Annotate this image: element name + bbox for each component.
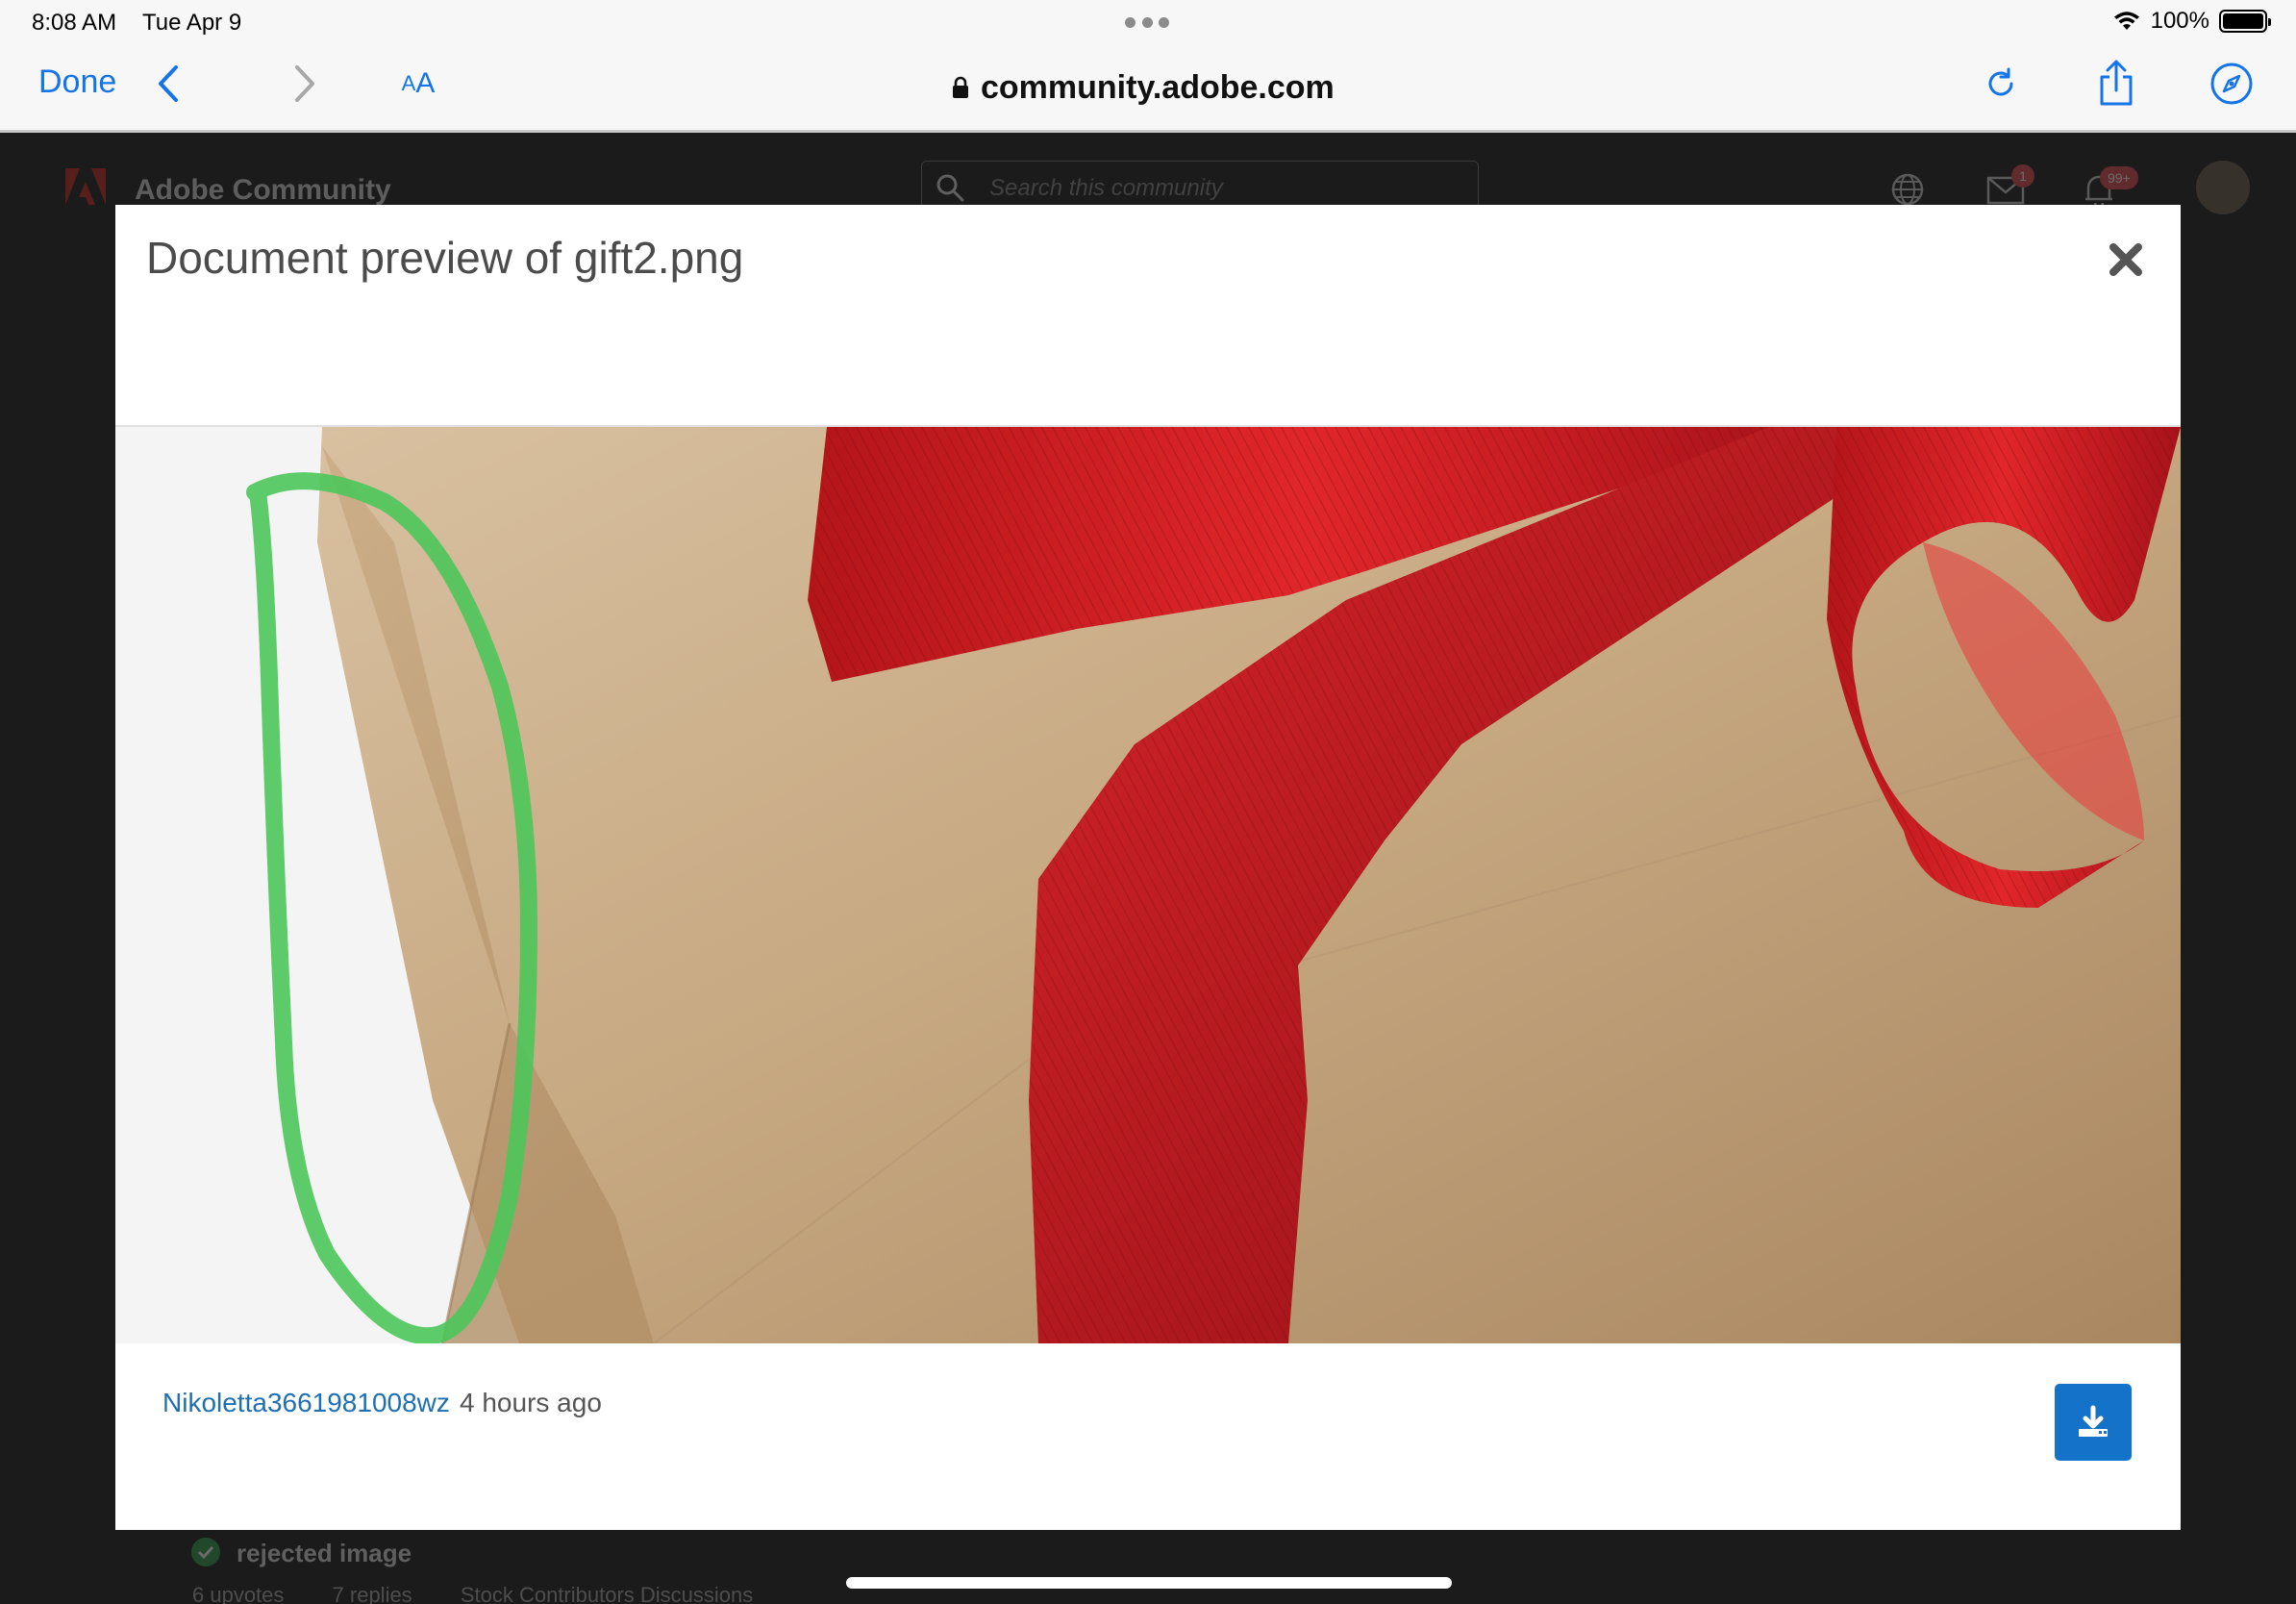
wifi-icon bbox=[2113, 12, 2139, 30]
battery-icon bbox=[2219, 10, 2271, 33]
status-date: Tue Apr 9 bbox=[142, 10, 242, 36]
reader-large-a: A bbox=[415, 67, 436, 99]
reader-text-size-button[interactable]: AA bbox=[389, 60, 447, 108]
status-bar: 8:08 AM Tue Apr 9 100% bbox=[0, 0, 2296, 46]
topic-meta: 6 upvotes 7 replies Stock Contributors D… bbox=[192, 1583, 795, 1604]
share-icon[interactable] bbox=[2092, 60, 2140, 108]
topic-board: Stock Contributors Discussions bbox=[460, 1583, 754, 1604]
globe-icon bbox=[1891, 173, 1924, 206]
topic-summary: rejected image 6 upvotes 7 replies Stock… bbox=[0, 1533, 2296, 1604]
check-circle-icon bbox=[191, 1538, 220, 1566]
compass-icon[interactable] bbox=[2208, 60, 2256, 108]
gift-photo bbox=[115, 427, 2181, 1343]
site-name: Adobe Community bbox=[135, 174, 391, 206]
reload-icon[interactable] bbox=[1977, 60, 2025, 108]
download-button[interactable] bbox=[2055, 1384, 2132, 1461]
status-time: 8:08 AM bbox=[32, 10, 117, 36]
attachment-timestamp: 4 hours ago bbox=[460, 1388, 602, 1417]
close-icon[interactable] bbox=[2106, 239, 2146, 280]
gift-photo-preview bbox=[115, 427, 2181, 1343]
status-indicators: 100% bbox=[2112, 8, 2271, 35]
home-indicator[interactable] bbox=[846, 1577, 1452, 1589]
search-icon bbox=[936, 174, 964, 202]
mail-badge: 1 bbox=[2011, 164, 2034, 188]
topic-title: rejected image bbox=[237, 1539, 412, 1567]
safari-toolbar: Done AA community.adobe.com bbox=[0, 46, 2296, 131]
url-text: community.adobe.com bbox=[981, 68, 1335, 106]
battery-percentage: 100% bbox=[2150, 8, 2209, 34]
multitasking-dots-icon[interactable] bbox=[1125, 17, 1169, 29]
download-icon bbox=[2079, 1405, 2108, 1437]
chevron-right-icon[interactable] bbox=[281, 60, 329, 108]
safari-chrome: 8:08 AM Tue Apr 9 100% Done AA community… bbox=[0, 0, 2296, 133]
done-button[interactable]: Done bbox=[38, 63, 116, 101]
reader-small-a: A bbox=[401, 71, 416, 95]
document-preview-modal: Document preview of gift2.png Nikoletta3… bbox=[115, 205, 2181, 1530]
address-bar[interactable]: community.adobe.com bbox=[952, 63, 1335, 112]
avatar bbox=[2196, 161, 2250, 214]
chevron-left-icon[interactable] bbox=[144, 60, 192, 108]
adobe-logo-icon bbox=[65, 168, 106, 205]
attachment-author-link[interactable]: Nikoletta3661981008wz bbox=[162, 1388, 450, 1418]
lock-icon bbox=[953, 76, 968, 98]
notification-badge: 99+ bbox=[2100, 166, 2138, 189]
modal-title: Document preview of gift2.png bbox=[146, 233, 744, 283]
topic-replies: 7 replies bbox=[332, 1583, 412, 1604]
topic-upvotes: 6 upvotes bbox=[192, 1583, 285, 1604]
search-placeholder: Search this community bbox=[989, 175, 1223, 201]
